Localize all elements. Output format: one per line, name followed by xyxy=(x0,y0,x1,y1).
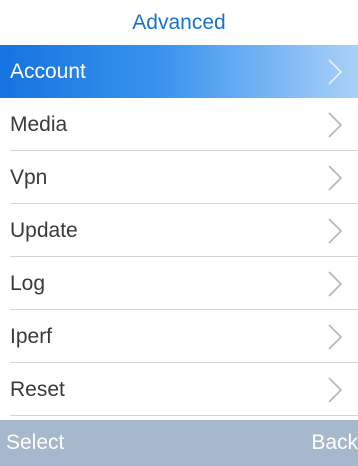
menu-item-label: Log xyxy=(10,271,46,295)
chevron-right-icon xyxy=(326,58,344,86)
menu-item-account[interactable]: Account xyxy=(0,45,358,98)
chevron-right-icon xyxy=(326,111,344,139)
menu-item-iperf[interactable]: Iperf xyxy=(0,310,358,363)
menu-item-update[interactable]: Update xyxy=(0,204,358,257)
back-softkey[interactable]: Back xyxy=(311,431,358,455)
chevron-right-icon xyxy=(326,323,344,351)
menu-list: Account Media Vpn Update Log Iperf Reset xyxy=(0,45,358,416)
menu-item-label: Iperf xyxy=(10,324,53,348)
menu-item-reset[interactable]: Reset xyxy=(0,363,358,416)
menu-item-label: Update xyxy=(10,218,78,242)
menu-item-label: Media xyxy=(10,112,68,136)
menu-item-log[interactable]: Log xyxy=(0,257,358,310)
chevron-right-icon xyxy=(326,376,344,404)
softkey-bar: Select Back xyxy=(0,420,358,466)
chevron-right-icon xyxy=(326,217,344,245)
advanced-menu-screen: Advanced Account Media Vpn Update Log Ip… xyxy=(0,0,358,466)
menu-item-label: Account xyxy=(10,59,86,83)
page-title: Advanced xyxy=(132,10,226,34)
menu-item-label: Vpn xyxy=(10,165,48,189)
menu-item-vpn[interactable]: Vpn xyxy=(0,151,358,204)
menu-item-media[interactable]: Media xyxy=(0,98,358,151)
chevron-right-icon xyxy=(326,270,344,298)
menu-item-label: Reset xyxy=(10,377,65,401)
chevron-right-icon xyxy=(326,164,344,192)
select-softkey[interactable]: Select xyxy=(6,431,64,455)
